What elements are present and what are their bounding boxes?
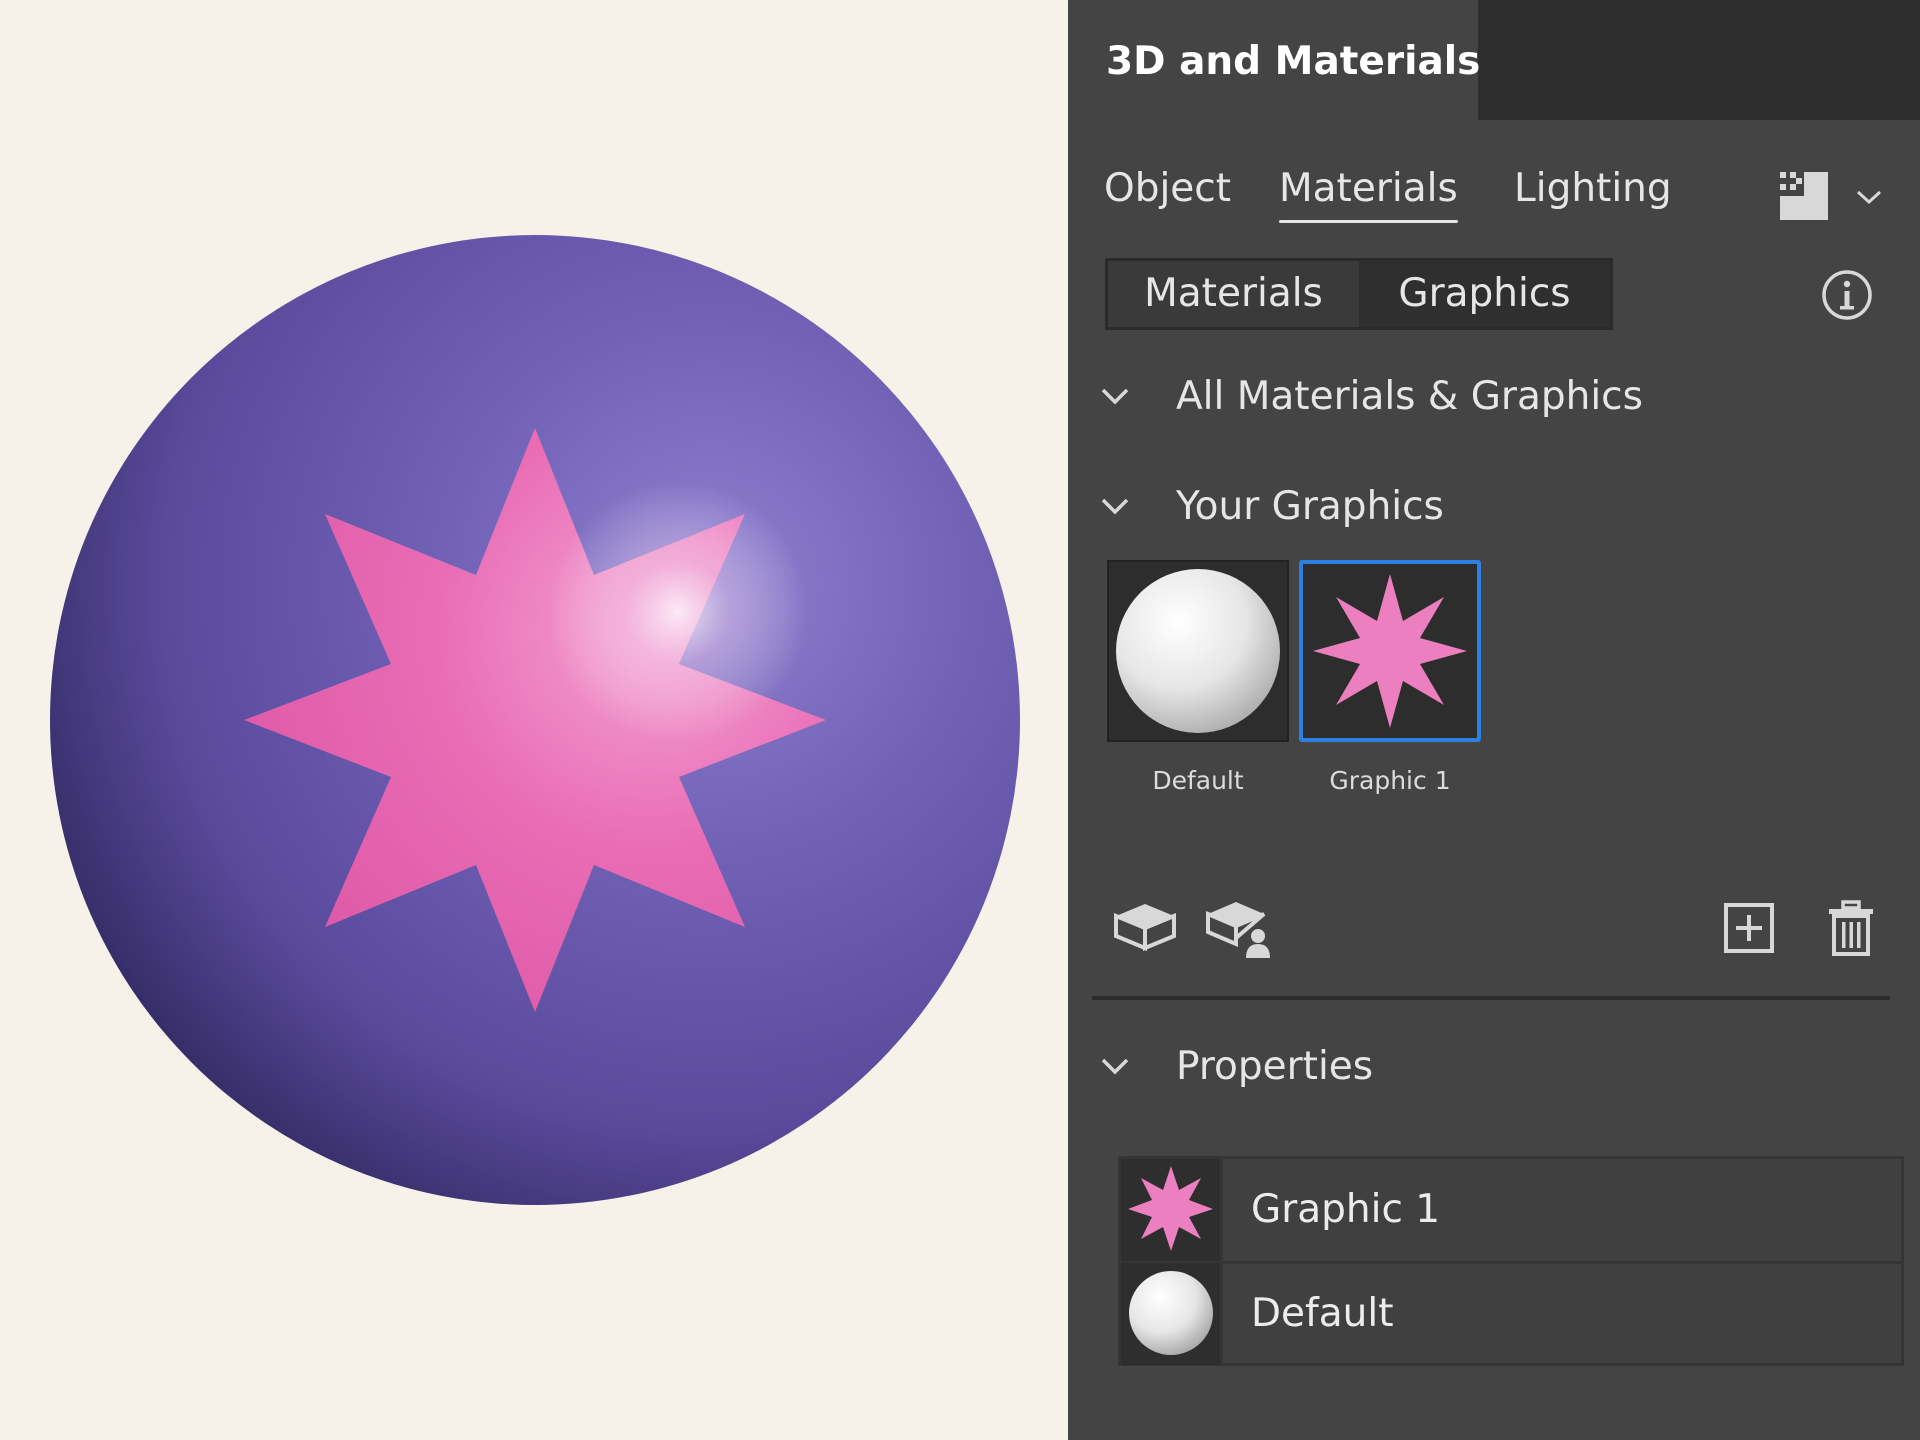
tab-lighting[interactable]: Lighting [1514,166,1672,211]
chevron-down-icon [1101,388,1129,405]
panel-title[interactable]: 3D and Materials [1068,0,1480,120]
segment-graphics[interactable]: Graphics [1359,261,1610,327]
artboard-canvas[interactable] [0,0,1068,1440]
section-all-materials-graphics[interactable]: All Materials & Graphics [1098,366,1643,426]
property-label: Default [1251,1291,1394,1336]
specular-highlight [548,482,808,742]
section-label: Properties [1176,1043,1374,1089]
graphic-label-default: Default [1152,766,1244,795]
segment-materials[interactable]: Materials [1108,261,1359,327]
chevron-down-icon [1101,1058,1129,1075]
graphic-thumb-graphic-1[interactable] [1299,560,1481,742]
property-thumb [1121,1159,1223,1261]
sphere-artwork [50,235,1020,1205]
pink-star-icon [1128,1166,1213,1251]
materials-graphics-toggle: Materials Graphics [1105,258,1613,330]
render-preset-icon[interactable] [1776,168,1832,224]
white-sphere-icon [1129,1271,1213,1355]
section-divider [1092,996,1890,1000]
add-graphic-icon[interactable] [1723,902,1775,954]
section-label: Your Graphics [1176,483,1444,529]
section-your-graphics[interactable]: Your Graphics [1098,476,1444,536]
chevron-down-icon[interactable] [1854,186,1884,208]
section-label: All Materials & Graphics [1176,373,1643,419]
section-properties[interactable]: Properties [1098,1036,1373,1096]
3d-materials-panel: 3D and Materials Object Materials Lighti… [1068,0,1920,1440]
property-row-graphic-1[interactable]: Graphic 1 [1121,1159,1901,1264]
delete-icon[interactable] [1827,900,1875,958]
apply-graphic-icon[interactable] [1112,900,1178,952]
property-thumb [1121,1263,1223,1365]
graphic-thumb-default[interactable] [1107,560,1289,742]
apply-graphic-to-user-icon[interactable] [1206,898,1276,962]
properties-list: Graphic 1 Default [1118,1156,1904,1366]
tab-object[interactable]: Object [1104,166,1231,211]
property-row-default[interactable]: Default [1121,1263,1901,1365]
chevron-down-icon [1101,498,1129,515]
info-icon[interactable] [1820,268,1874,322]
property-label: Graphic 1 [1251,1187,1441,1232]
white-sphere-icon [1116,569,1280,733]
pink-star-icon [1313,574,1467,728]
tab-materials[interactable]: Materials [1279,166,1458,223]
graphic-label-graphic-1: Graphic 1 [1329,766,1451,795]
